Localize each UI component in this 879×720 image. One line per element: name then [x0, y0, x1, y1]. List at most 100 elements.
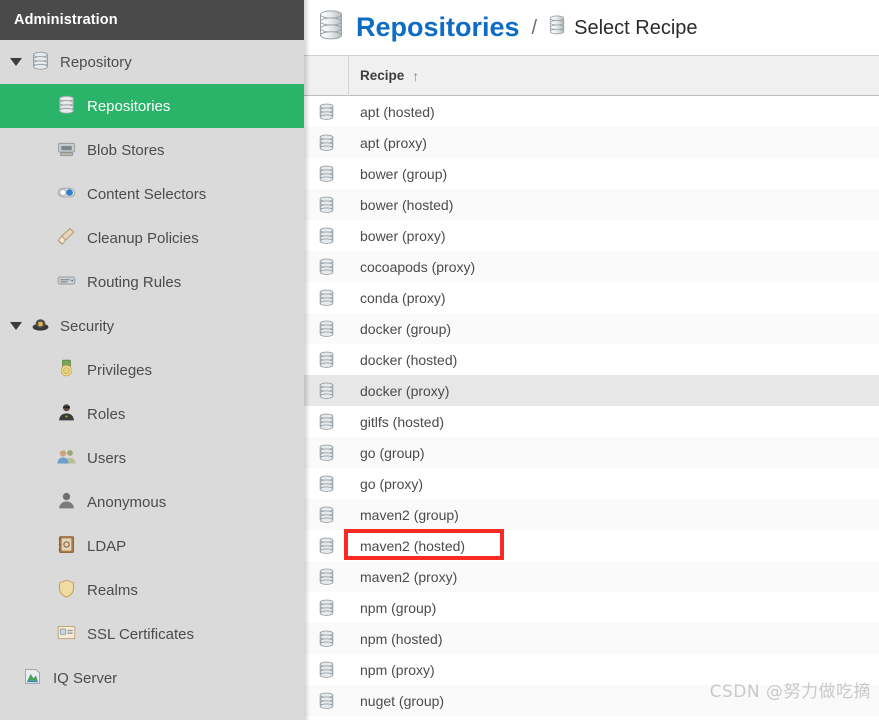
repository-icon	[304, 691, 349, 710]
table-row[interactable]: nuget (group)	[304, 685, 879, 716]
sidebar-item-label: Repositories	[87, 97, 171, 115]
main-content: Repositories / Select Recipe Recipe ↑ ap…	[304, 0, 879, 720]
recipe-cell: cocoapods (proxy)	[360, 258, 476, 275]
sidebar-item-label: Routing Rules	[87, 273, 182, 291]
table-row[interactable]: apt (hosted)	[304, 96, 879, 127]
repository-icon	[304, 257, 349, 276]
database-icon	[317, 10, 345, 45]
sidebar-item-anonymous[interactable]: Anonymous	[0, 480, 304, 524]
sidebar-group-label: Repository	[60, 53, 132, 71]
users-icon	[56, 446, 77, 471]
repository-icon	[304, 195, 349, 214]
sidebar-item-ldap[interactable]: LDAP	[0, 524, 304, 568]
sidebar-item-repositories[interactable]: Repositories	[0, 84, 304, 128]
table-row[interactable]: docker (group)	[304, 313, 879, 344]
sidebar-item-label: Blob Stores	[87, 141, 165, 159]
sidebar-item-iq-server[interactable]: IQ Server	[0, 656, 304, 700]
table-row[interactable]: bower (group)	[304, 158, 879, 189]
sidebar-item-label: Privileges	[87, 361, 153, 379]
routing-rules-icon	[56, 270, 77, 295]
sidebar-item-label: Users	[87, 449, 127, 467]
table-row[interactable]: maven2 (hosted)	[304, 530, 879, 561]
sidebar-item-label: IQ Server	[53, 669, 118, 687]
grid-header-row: Recipe ↑	[304, 55, 879, 96]
repository-icon	[304, 381, 349, 400]
table-row[interactable]: bower (proxy)	[304, 220, 879, 251]
recipe-cell: maven2 (group)	[360, 506, 459, 523]
grid-header-recipe-label: Recipe	[360, 68, 405, 83]
recipe-cell: go (group)	[360, 444, 425, 461]
repository-icon	[304, 164, 349, 183]
sort-ascending-icon: ↑	[412, 67, 420, 84]
recipe-cell: apt (proxy)	[360, 134, 427, 151]
repository-icon	[304, 443, 349, 462]
table-row[interactable]: maven2 (proxy)	[304, 561, 879, 592]
caret-down-icon[interactable]	[10, 58, 22, 66]
repository-icon	[304, 102, 349, 121]
sidebar-group-repository[interactable]: Repository	[0, 40, 304, 84]
repository-icon	[304, 474, 349, 493]
table-row[interactable]: cocoapods (proxy)	[304, 251, 879, 282]
recipe-cell: npm (hosted)	[360, 630, 443, 647]
ldap-book-icon	[56, 534, 77, 559]
database-icon	[30, 50, 51, 75]
recipe-cell: nuget (group)	[360, 692, 445, 709]
breadcrumb-main-label[interactable]: Repositories	[356, 14, 520, 41]
repository-icon	[304, 133, 349, 152]
table-row[interactable]: bower (hosted)	[304, 189, 879, 220]
table-row[interactable]: docker (proxy)	[304, 375, 879, 406]
sidebar-item-roles[interactable]: Roles	[0, 392, 304, 436]
table-row[interactable]: docker (hosted)	[304, 344, 879, 375]
breadcrumb: Repositories / Select Recipe	[304, 0, 879, 56]
sidebar-item-routing-rules[interactable]: Routing Rules	[0, 260, 304, 304]
sidebar-item-content-selectors[interactable]: Content Selectors	[0, 172, 304, 216]
sidebar-nav: Repository Repositories Blob Stores Content…	[0, 40, 304, 700]
table-row[interactable]: npm (proxy)	[304, 654, 879, 685]
sidebar-item-realms[interactable]: Realms	[0, 568, 304, 612]
table-row[interactable]: go (proxy)	[304, 468, 879, 499]
shield-icon	[56, 578, 77, 603]
sidebar-item-label: Anonymous	[87, 493, 167, 511]
repository-icon	[304, 567, 349, 586]
repository-icon	[304, 412, 349, 431]
table-row[interactable]: maven2 (group)	[304, 499, 879, 530]
table-row[interactable]: npm (group)	[304, 592, 879, 623]
table-row[interactable]: conda (proxy)	[304, 282, 879, 313]
content-selector-icon	[56, 182, 77, 207]
repository-icon	[304, 505, 349, 524]
table-row[interactable]: go (group)	[304, 437, 879, 468]
sidebar-item-label: SSL Certificates	[87, 625, 194, 643]
recipe-cell: npm (group)	[360, 599, 437, 616]
sidebar-item-label: Content Selectors	[87, 185, 207, 203]
table-row[interactable]: apt (proxy)	[304, 127, 879, 158]
recipe-cell: maven2 (hosted)	[360, 537, 466, 554]
recipe-cell: bower (hosted)	[360, 196, 454, 213]
repository-icon	[304, 226, 349, 245]
sidebar-group-security[interactable]: Security	[0, 304, 304, 348]
grid-header-icon-column	[304, 55, 349, 96]
recipe-cell: docker (proxy)	[360, 382, 450, 399]
repository-icon	[304, 660, 349, 679]
repository-icon	[304, 629, 349, 648]
breadcrumb-sub-label: Select Recipe	[574, 16, 698, 39]
iq-server-icon	[22, 666, 43, 691]
sidebar-group-label: Security	[60, 317, 115, 335]
grid-header-recipe-column[interactable]: Recipe ↑	[349, 68, 879, 83]
sidebar-header: Administration	[0, 0, 304, 40]
recipe-cell: conda (proxy)	[360, 289, 446, 306]
table-row[interactable]: npm (hosted)	[304, 623, 879, 654]
sidebar-item-blob-stores[interactable]: Blob Stores	[0, 128, 304, 172]
certificate-icon	[56, 622, 77, 647]
medal-icon	[56, 358, 77, 383]
recipe-cell: bower (group)	[360, 165, 448, 182]
caret-down-icon[interactable]	[10, 322, 22, 330]
roles-person-icon	[56, 402, 77, 427]
sidebar-item-cleanup-policies[interactable]: Cleanup Policies	[0, 216, 304, 260]
recipe-cell: go (proxy)	[360, 475, 424, 492]
sidebar-item-users[interactable]: Users	[0, 436, 304, 480]
recipe-cell: docker (group)	[360, 320, 452, 337]
table-row[interactable]: gitlfs (hosted)	[304, 406, 879, 437]
breadcrumb-separator: /	[531, 16, 538, 39]
sidebar-item-privileges[interactable]: Privileges	[0, 348, 304, 392]
sidebar-item-ssl-certificates[interactable]: SSL Certificates	[0, 612, 304, 656]
